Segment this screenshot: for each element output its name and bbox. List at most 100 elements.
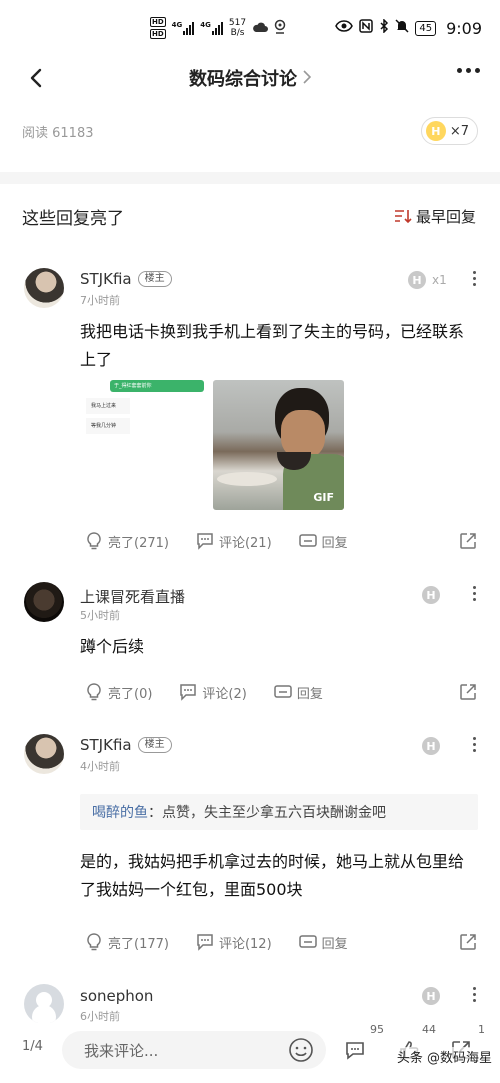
reply-button[interactable]: 回复 — [273, 682, 323, 702]
comments-button[interactable]: 评论(12) — [195, 932, 272, 952]
chat-screenshot-image[interactable]: 于_得红套套前你 我马上过来 等我几分钟 — [80, 380, 204, 510]
comments-button[interactable]: 评论(21) — [195, 531, 272, 551]
dot — [457, 68, 462, 73]
dot — [466, 68, 471, 73]
avatar[interactable] — [24, 582, 64, 622]
comment-time: 6小时前 — [80, 1010, 120, 1023]
section-title: 这些回复亮了 — [22, 208, 124, 229]
reply-icon — [298, 534, 317, 547]
comments-button[interactable]: 评论(2) — [178, 682, 247, 702]
op-tag: 楼主 — [137, 737, 172, 753]
battery-icon: 45 — [415, 20, 437, 36]
light-coin-icon[interactable]: H — [408, 271, 426, 289]
comment-count: 评论(12) — [218, 936, 272, 952]
system-status: 45 9:09 — [335, 18, 482, 38]
gif-label: GIF — [313, 491, 334, 504]
photo-detail — [217, 472, 277, 486]
reply-button[interactable]: 回复 — [298, 932, 348, 952]
reply-icon — [274, 685, 292, 698]
nfc-icon — [359, 19, 374, 37]
speed-value: 517 — [228, 18, 247, 28]
username[interactable]: STJKfia — [80, 736, 132, 754]
reply-label: 回复 — [321, 936, 348, 952]
quoted-reply[interactable]: 喝醉的鱼：点赞，失主至少拿五六百块酬谢金吧 — [80, 794, 478, 830]
light-coin-icon[interactable]: H — [422, 737, 440, 755]
username[interactable]: 上课冒死看直播 — [80, 586, 185, 607]
sort-button[interactable]: 最早回复 — [394, 206, 476, 227]
comment-actions: 亮了(271) 评论(21) 回复 — [84, 527, 478, 555]
comment-actions: 亮了(0) 评论(2) 回复 — [84, 678, 478, 706]
share-button[interactable] — [458, 932, 478, 952]
like-button[interactable]: 亮了(177) — [84, 932, 169, 952]
cloud-icon — [252, 21, 269, 36]
comment-icon — [346, 1042, 364, 1060]
light-badge-button[interactable]: H ×7 — [420, 117, 478, 145]
hd-icons: HD HD — [150, 17, 166, 39]
share-button[interactable] — [458, 531, 478, 551]
comment-time: 7小时前 — [80, 294, 120, 307]
comment-author-row: sonephon — [80, 987, 153, 1005]
section-divider — [0, 172, 500, 184]
like-count: 亮了(0) — [108, 686, 153, 702]
network-status: HD HD 4G 4G 517 B/s — [150, 17, 286, 39]
share-icon — [460, 533, 476, 549]
avatar[interactable] — [24, 984, 64, 1024]
emoji-icon[interactable] — [288, 1037, 314, 1063]
comment-input[interactable]: 我来评论... — [62, 1031, 326, 1069]
comment-actions: 亮了(177) 评论(12) 回复 — [84, 928, 478, 956]
like-button[interactable]: 亮了(0) — [84, 682, 152, 702]
username[interactable]: sonephon — [80, 987, 153, 1005]
reply-button[interactable]: 回复 — [298, 531, 348, 551]
light-coin-icon: H — [425, 121, 446, 141]
gif-image[interactable]: GIF — [213, 380, 344, 510]
like-button[interactable]: 亮了(271) — [84, 531, 169, 551]
comment-total: 95 — [370, 1023, 384, 1036]
bottom-bar: 1/4 我来评论... 95 44 1 头条 @数码海星 — [0, 1023, 500, 1083]
light-count: x1 — [432, 273, 447, 287]
op-tag: 楼主 — [137, 271, 172, 287]
comment-item: 上课冒死看直播 5小时前 H 蹲个后续 亮了(0) 评论(2) 回复 — [0, 570, 500, 720]
location-icon — [274, 19, 286, 38]
like-count: 亮了(271) — [108, 535, 169, 551]
like-total: 44 — [422, 1023, 436, 1036]
username[interactable]: STJKfia — [80, 270, 132, 288]
quoted-username[interactable]: 喝醉的鱼 — [92, 805, 148, 821]
board-title-link[interactable]: 数码综合讨论 — [189, 65, 312, 91]
status-bar: HD HD 4G 4G 517 B/s 45 9:09 — [0, 0, 500, 56]
page-title: 数码综合讨论 — [189, 69, 297, 90]
comments-count-button[interactable] — [342, 1037, 368, 1063]
more-vertical-icon[interactable] — [471, 271, 477, 286]
light-coin-icon[interactable]: H — [422, 987, 440, 1005]
light-coin-icon[interactable]: H — [422, 586, 440, 604]
share-button[interactable] — [458, 682, 478, 702]
more-options-button[interactable] — [457, 68, 480, 73]
read-count: 阅读 61183 — [22, 125, 94, 141]
comment-input-placeholder: 我来评论... — [84, 1041, 159, 1060]
clock: 9:09 — [446, 18, 482, 38]
nav-bar: 数码综合讨论 — [0, 56, 500, 100]
more-vertical-icon[interactable] — [471, 987, 477, 1002]
share-total: 1 — [478, 1023, 485, 1036]
avatar[interactable] — [24, 268, 64, 308]
back-button[interactable] — [22, 64, 50, 92]
more-vertical-icon[interactable] — [471, 737, 477, 752]
network-type-label: 4G — [171, 21, 183, 29]
reply-label: 回复 — [296, 686, 323, 702]
network-type-label: 4G — [200, 21, 211, 29]
signal-icon: 4G — [200, 21, 223, 35]
avatar[interactable] — [24, 734, 64, 774]
comment-count: 评论(2) — [202, 686, 247, 702]
page-indicator[interactable]: 1/4 — [22, 1039, 43, 1054]
reply-icon — [298, 935, 317, 948]
comment-item: sonephon 6小时前 H — [0, 972, 500, 1024]
share-icon — [460, 684, 476, 700]
comment-author-row: STJKfia 楼主 — [80, 270, 172, 288]
reply-label: 回复 — [321, 535, 348, 551]
comment-icon — [197, 533, 213, 550]
chat-message: 等我几分钟 — [86, 418, 130, 434]
more-vertical-icon[interactable] — [471, 586, 477, 601]
comment-author-row: 上课冒死看直播 — [80, 586, 185, 607]
hd-icon: HD — [150, 17, 166, 27]
sort-label: 最早回复 — [415, 207, 476, 226]
chat-message: 于_得红套套前你 — [110, 380, 204, 392]
